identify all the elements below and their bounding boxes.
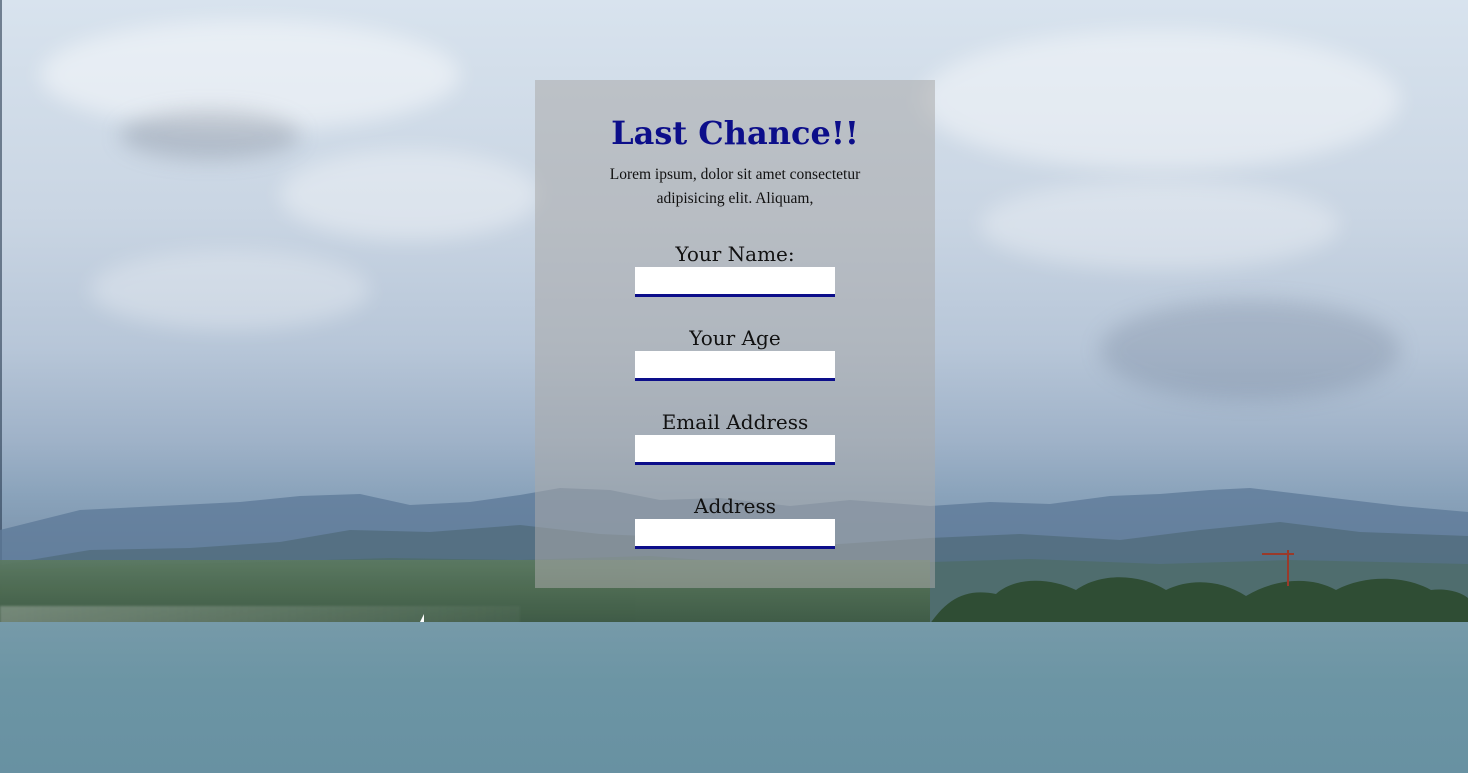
email-label: Email Address <box>661 410 809 434</box>
cloud <box>120 110 300 160</box>
cloud <box>1100 300 1400 400</box>
name-input[interactable] <box>635 267 835 297</box>
address-field-group: Address <box>535 493 935 577</box>
age-field-group: Your Age <box>535 325 935 409</box>
name-field-group: Your Name: <box>535 241 935 325</box>
background-scene: Last Chance!! Lorem ipsum, dolor sit ame… <box>0 0 1468 773</box>
crane-icon <box>1262 550 1294 586</box>
email-field-group: Email Address <box>535 409 935 493</box>
address-input[interactable] <box>635 519 835 549</box>
cloud <box>90 250 370 330</box>
cloud <box>280 150 540 240</box>
cloud <box>920 30 1400 170</box>
signup-panel: Last Chance!! Lorem ipsum, dolor sit ame… <box>535 80 935 588</box>
cloud <box>980 180 1340 270</box>
name-label: Your Name: <box>675 242 795 266</box>
form-fields: Your Name: Your Age Email Address Addres… <box>535 241 935 577</box>
email-input[interactable] <box>635 435 835 465</box>
age-label: Your Age <box>689 326 781 350</box>
page-title: Last Chance!! <box>611 114 859 152</box>
lake-water <box>0 622 1468 773</box>
age-input[interactable] <box>635 351 835 381</box>
intro-text: Lorem ipsum, dolor sit amet consectetur … <box>609 166 861 207</box>
address-label: Address <box>694 494 776 518</box>
